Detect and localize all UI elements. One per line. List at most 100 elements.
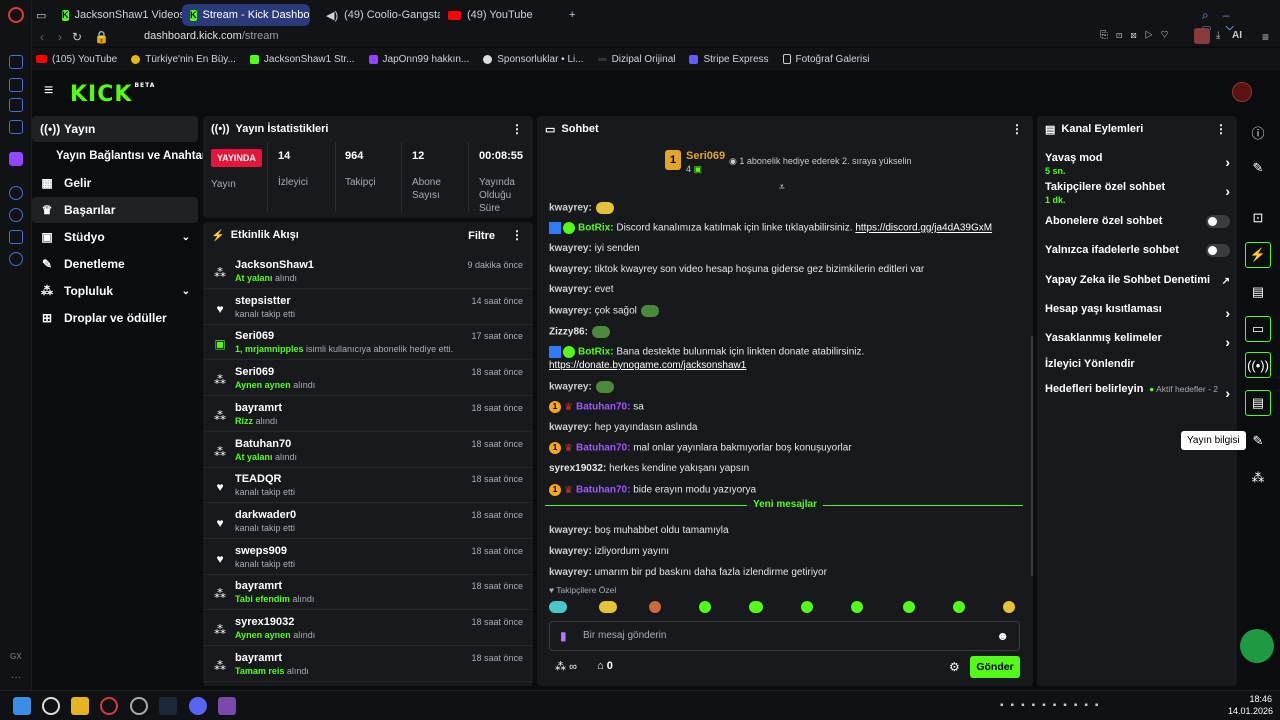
screen-icon[interactable]: ⊡ bbox=[1248, 208, 1268, 228]
slow-mode-row[interactable]: Yavaş mod 5 sn. › bbox=[1045, 152, 1230, 176]
m-app-icon[interactable] bbox=[9, 120, 23, 134]
send-button[interactable]: Gönder bbox=[970, 656, 1020, 678]
search-icon[interactable] bbox=[42, 697, 60, 715]
activity-item[interactable]: ♥ darkwader0 kanalı takip etti 18 saat önce bbox=[203, 504, 533, 539]
chat-username[interactable]: kwayrey bbox=[549, 284, 588, 295]
bookmark[interactable]: JapOnn99 hakkın... bbox=[368, 54, 469, 65]
more-icon[interactable]: ··· bbox=[11, 672, 21, 683]
app-icon[interactable] bbox=[130, 697, 148, 715]
edit-icon[interactable]: ✎ bbox=[1248, 158, 1268, 178]
activity-user[interactable]: bayramrt bbox=[235, 652, 282, 664]
activity-user[interactable]: darkwader0 bbox=[235, 509, 296, 521]
chat-username[interactable]: kwayrey bbox=[549, 546, 588, 557]
activity-user[interactable]: bayramrt bbox=[235, 580, 282, 592]
scrollbar[interactable] bbox=[1031, 336, 1033, 576]
steam-icon[interactable] bbox=[159, 697, 177, 715]
chat-settings-icon[interactable]: ⚙ bbox=[949, 660, 960, 674]
activity-item[interactable]: ♥ TEADQR kanalı takip etti 18 saat önce bbox=[203, 468, 533, 504]
system-tray[interactable]: ▪▪▪▪▪▪▪▪▪▪ bbox=[1000, 700, 1105, 711]
more-options-icon[interactable]: ⋮ bbox=[1215, 122, 1227, 136]
emote-icon[interactable] bbox=[549, 601, 567, 613]
activity-item[interactable]: ♥ stepsistter kanalı takip etti 14 saat önc… bbox=[203, 290, 533, 325]
chat-username[interactable]: kwayrey bbox=[549, 203, 588, 214]
chat-username[interactable]: Batuhan70 bbox=[576, 443, 627, 454]
tab-kick-dashboard[interactable]: K Stream - Kick Dashboard bbox=[182, 4, 310, 26]
extensions-icon[interactable] bbox=[9, 230, 23, 244]
activity-user[interactable]: Seri069 bbox=[235, 366, 274, 378]
support-chat-button[interactable] bbox=[1240, 629, 1274, 663]
emoji-icon[interactable]: ☻ bbox=[996, 629, 1009, 643]
followers-chat-row[interactable]: Takipçilere özel sohbet 1 dk. › bbox=[1045, 181, 1230, 205]
hamburger-menu-icon[interactable]: ≡ bbox=[44, 82, 53, 100]
activity-item[interactable]: ⁂ JacksonShaw1 At yalanı alındı 9 dakika ön… bbox=[203, 254, 533, 289]
wrench-icon[interactable]: ✎ bbox=[1248, 431, 1268, 451]
microphone-icon[interactable]: ▮ bbox=[560, 629, 567, 643]
settings-icon[interactable] bbox=[9, 252, 23, 266]
activity-item[interactable]: ⁂ syrex19032 Aynen aynen alındı 18 saat önc… bbox=[203, 611, 533, 646]
activity-item[interactable]: ⁂ Batuhan70 At yalanı alındı 18 saat önce bbox=[203, 433, 533, 468]
windows-start-icon[interactable] bbox=[13, 697, 31, 715]
messenger-icon[interactable] bbox=[9, 98, 23, 112]
more-options-icon[interactable]: ⋮ bbox=[511, 228, 523, 242]
goals-row[interactable]: Hedefleri belirleyin ● Aktif hedefler - 2… bbox=[1045, 383, 1230, 401]
app-icon[interactable] bbox=[218, 697, 236, 715]
channel-points[interactable]: ⁂ ∞ bbox=[555, 660, 577, 673]
chat-username[interactable]: kwayrey bbox=[549, 382, 588, 393]
chat-link[interactable]: https://donate.bynogame.com/jacksonshaw1 bbox=[549, 360, 746, 371]
nav-gelir[interactable]: ▦ Gelir bbox=[32, 170, 198, 196]
avatar[interactable] bbox=[1194, 28, 1210, 44]
reload-icon[interactable]: ↻ bbox=[72, 30, 82, 44]
bookmark[interactable]: Sponsorluklar • Li... bbox=[483, 54, 584, 65]
chat-username[interactable]: kwayrey bbox=[549, 243, 588, 254]
banned-words-row[interactable]: Yasaklanmış kelimeler › bbox=[1045, 332, 1230, 350]
emote-chat-row[interactable]: Yalnızca ifadelerle sohbet bbox=[1045, 244, 1230, 257]
aria-icon[interactable] bbox=[9, 78, 23, 92]
chat-username[interactable]: kwayrey bbox=[549, 567, 588, 578]
emote-icon[interactable] bbox=[801, 601, 813, 613]
bookmark[interactable]: (105) YouTube bbox=[36, 54, 117, 65]
nav-basarilar[interactable]: ♛ Başarılar bbox=[32, 197, 198, 223]
emote-icon[interactable] bbox=[749, 601, 763, 613]
chat-username[interactable]: Batuhan70 bbox=[576, 402, 627, 413]
bookmark[interactable]: JacksonShaw1 Str... bbox=[249, 54, 355, 65]
activity-user[interactable]: bayramrt bbox=[235, 402, 282, 414]
toolbar-icons[interactable]: ⎘⊡⊠▷♡ bbox=[1100, 30, 1176, 41]
account-age-row[interactable]: Hesap yaşı kısıtlaması › bbox=[1045, 303, 1230, 321]
player-icon[interactable] bbox=[9, 186, 23, 200]
activity-user[interactable]: syrex19032 bbox=[235, 616, 294, 628]
chat-username[interactable]: kwayrey bbox=[549, 264, 588, 275]
opera-logo-icon[interactable] bbox=[8, 7, 24, 23]
kick-logo[interactable]: KICK BETA bbox=[70, 82, 155, 107]
activity-item[interactable]: ▣ Seri069 1, mrjamnipples isimli kullanıcı… bbox=[203, 325, 533, 361]
chat-icon[interactable]: ▭ bbox=[1245, 316, 1271, 342]
tab-coolio[interactable]: ◀) (49) Coolio-Gangsta's bbox=[312, 4, 440, 26]
ai-button[interactable]: AI bbox=[1232, 30, 1242, 41]
workspace-icon[interactable]: ▭ bbox=[32, 4, 52, 26]
download-icon[interactable]: ⤓ bbox=[1216, 30, 1220, 41]
activity-item[interactable]: ⁂ bayramrt Tabi efendim alındı 18 saat önce bbox=[203, 575, 533, 611]
emote-chat-toggle[interactable] bbox=[1206, 244, 1230, 257]
nav-denetleme[interactable]: ✎ Denetleme bbox=[32, 251, 198, 277]
filter-button[interactable]: Filtre bbox=[468, 230, 495, 242]
opera-icon[interactable] bbox=[100, 697, 118, 715]
profile-avatar[interactable] bbox=[1232, 82, 1252, 102]
document-icon[interactable]: ▤ bbox=[1248, 282, 1268, 302]
lightning-icon[interactable]: ⚡ bbox=[1245, 242, 1271, 268]
emote-icon[interactable] bbox=[1003, 601, 1015, 613]
back-icon[interactable]: ‹ bbox=[40, 30, 44, 44]
activity-item[interactable]: ♥ sweps909 kanalı takip etti 18 saat önce bbox=[203, 540, 533, 575]
activity-user[interactable]: Batuhan70 bbox=[235, 438, 291, 450]
nav-studyo[interactable]: ▣ Stüdyo ⌄ bbox=[32, 224, 198, 250]
speed-dial-icon[interactable] bbox=[9, 55, 23, 69]
emote-icon[interactable] bbox=[649, 601, 661, 613]
chat-username[interactable]: BotRix bbox=[578, 223, 610, 234]
chat-username[interactable]: kwayrey bbox=[549, 422, 588, 433]
store[interactable]: ⌂ 0 bbox=[597, 660, 613, 672]
subs-chat-toggle[interactable] bbox=[1206, 215, 1230, 228]
file-explorer-icon[interactable] bbox=[71, 697, 89, 715]
menu-icon[interactable]: ≡ bbox=[1262, 30, 1269, 44]
bookmark[interactable]: Dizipal Orijinal bbox=[597, 54, 675, 65]
twitch-icon[interactable] bbox=[9, 152, 23, 166]
emote-icon[interactable] bbox=[953, 601, 965, 613]
activity-user[interactable]: stepsistter bbox=[235, 295, 291, 307]
